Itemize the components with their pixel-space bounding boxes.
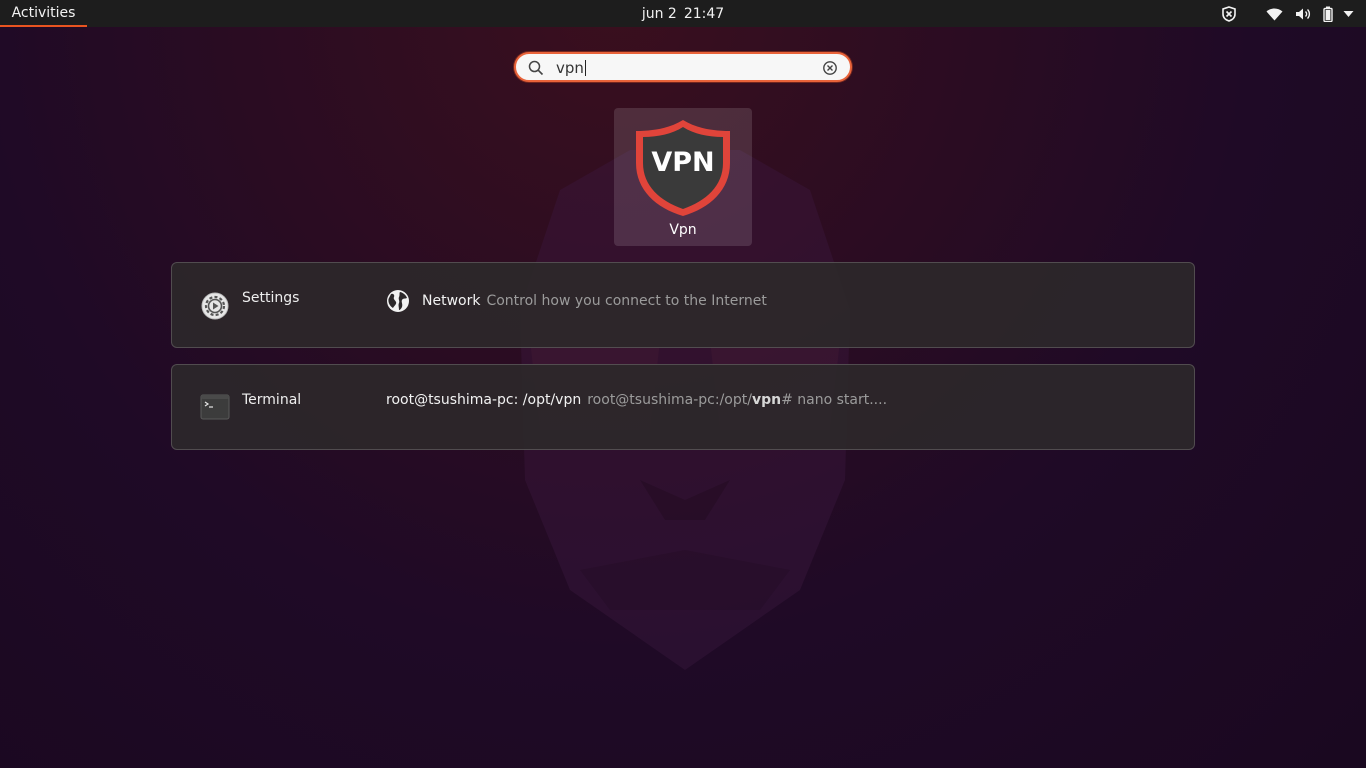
result-network[interactable]: Network Control how you connect to the I… xyxy=(386,289,767,313)
wifi-icon[interactable] xyxy=(1266,7,1283,21)
volume-icon[interactable] xyxy=(1295,7,1311,21)
description-suffix: # nano start.... xyxy=(781,392,888,408)
search-input[interactable]: vpn xyxy=(514,52,852,82)
vpn-shield-icon: VPN xyxy=(636,120,730,216)
system-tray[interactable] xyxy=(1222,0,1354,27)
result-description: root@tsushima-pc:/opt/vpn# nano start...… xyxy=(587,392,887,408)
clock-date: jun 2 xyxy=(641,5,677,22)
result-title: root@tsushima-pc: /opt/vpn xyxy=(386,392,582,408)
search-icon xyxy=(528,60,544,80)
shield-icon[interactable] xyxy=(1222,5,1236,22)
result-terminal-session[interactable]: root@tsushima-pc: /opt/vpn root@tsushima… xyxy=(386,392,887,408)
clock-time: 21:47 xyxy=(683,5,725,22)
clear-search-icon[interactable] xyxy=(822,60,838,80)
result-description: Control how you connect to the Internet xyxy=(486,293,767,309)
terminal-results-panel: Terminal root@tsushima-pc: /opt/vpn root… xyxy=(171,364,1195,450)
result-title: Network xyxy=(422,293,481,309)
chevron-down-icon[interactable] xyxy=(1343,10,1354,18)
app-result-vpn[interactable]: VPN Vpn xyxy=(614,108,752,246)
search-query: vpn xyxy=(556,59,584,77)
provider-name-terminal: Terminal xyxy=(242,392,302,408)
battery-icon[interactable] xyxy=(1323,6,1333,22)
vpn-icon-text: VPN xyxy=(651,147,714,178)
settings-results-panel: Settings Network Control how you connect… xyxy=(171,262,1195,348)
clock-button[interactable]: jun 2 21:47 xyxy=(0,0,1366,27)
text-caret xyxy=(584,60,586,76)
globe-icon xyxy=(386,289,410,313)
description-match: vpn xyxy=(751,392,782,408)
terminal-icon[interactable] xyxy=(200,393,230,425)
app-label: Vpn xyxy=(669,222,697,238)
top-bar: Activities jun 2 21:47 xyxy=(0,0,1366,27)
description-prefix: root@tsushima-pc:/opt/ xyxy=(587,392,752,408)
search-query-text: vpn xyxy=(556,58,586,78)
settings-icon[interactable] xyxy=(200,291,230,325)
provider-name-settings: Settings xyxy=(242,290,300,306)
